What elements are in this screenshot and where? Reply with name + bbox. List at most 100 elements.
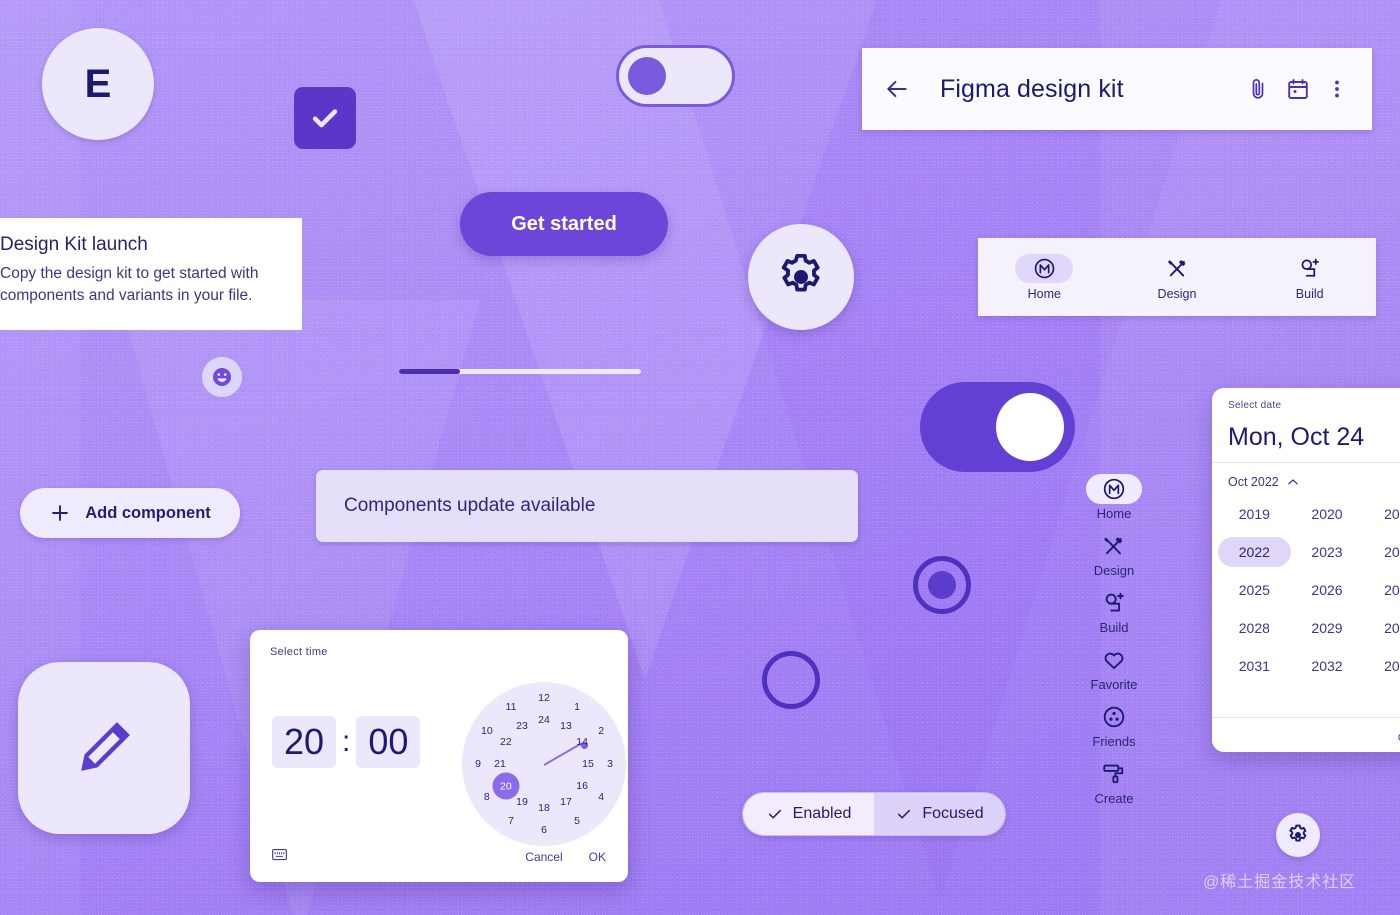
hour-field[interactable]: 20 xyxy=(272,716,336,768)
nav-item-build[interactable]: Build xyxy=(1243,254,1376,301)
clock-number[interactable]: 11 xyxy=(506,701,517,713)
rail-item-label: Create xyxy=(1094,791,1134,806)
year-option[interactable]: 2027 xyxy=(1363,575,1400,605)
time-ok-button[interactable]: OK xyxy=(589,850,606,864)
smiley-icon xyxy=(213,368,231,386)
clock-number[interactable]: 5 xyxy=(574,815,580,827)
rail-item-friends[interactable]: Friends xyxy=(1086,702,1142,749)
clock-number[interactable]: 9 xyxy=(475,758,481,770)
top-app-bar: Figma design kit xyxy=(862,48,1372,130)
progress-bar[interactable] xyxy=(399,369,641,374)
clock-number[interactable]: 23 xyxy=(516,720,528,732)
radio-unselected[interactable] xyxy=(762,651,820,709)
rail-item-create[interactable]: Create xyxy=(1086,759,1142,806)
snackbar-message: Components update available xyxy=(344,495,596,516)
year-option[interactable]: 2026 xyxy=(1291,575,1364,605)
settings-fab[interactable] xyxy=(748,224,854,330)
rail-item-home[interactable]: Home xyxy=(1086,474,1142,521)
rail-item-build[interactable]: Build xyxy=(1086,588,1142,635)
year-option[interactable]: 2020 xyxy=(1291,499,1364,529)
switch-thumb xyxy=(996,393,1064,461)
settings-fab-small[interactable] xyxy=(1276,813,1320,857)
attachment-icon[interactable] xyxy=(1246,77,1270,101)
rail-pill xyxy=(1086,645,1142,675)
rail-item-design[interactable]: Design xyxy=(1086,531,1142,578)
date-picker-subtitle: Select date xyxy=(1228,400,1282,411)
calendar-icon[interactable] xyxy=(1286,77,1310,101)
divider xyxy=(1212,717,1400,718)
more-vertical-icon[interactable] xyxy=(1326,77,1348,101)
clock-number[interactable]: 14 xyxy=(576,736,588,748)
minute-field[interactable]: 00 xyxy=(356,716,421,768)
nav-item-design[interactable]: Design xyxy=(1111,254,1244,301)
clock-number[interactable]: 13 xyxy=(560,720,572,732)
back-arrow-icon[interactable] xyxy=(884,76,910,102)
year-option[interactable]: 2022 xyxy=(1218,537,1291,567)
clock-dial[interactable]: 1 2 3 4 5 6 7 8 9 10 11 12 13 14 15 16 17 18 19 20 21 22 23 24 xyxy=(462,682,626,846)
nav-pill xyxy=(1281,254,1339,283)
year-option[interactable]: 2023 xyxy=(1291,537,1364,567)
rail-item-label: Build xyxy=(1099,620,1129,635)
get-started-button[interactable]: Get started xyxy=(460,192,668,256)
clock-number[interactable]: 7 xyxy=(508,815,514,827)
rail-item-favorite[interactable]: Favorite xyxy=(1086,645,1142,692)
switch-off[interactable] xyxy=(616,45,735,107)
avatar[interactable]: E xyxy=(42,28,154,140)
background xyxy=(0,0,1400,915)
clock-number[interactable]: 22 xyxy=(500,736,512,748)
month-year-label: Oct 2022 xyxy=(1228,475,1279,489)
date-picker-header: Select date Mon, Oct 24 xyxy=(1212,388,1400,462)
add-component-button[interactable]: Add component xyxy=(20,488,240,538)
clock-number[interactable]: 12 xyxy=(538,692,550,704)
check-icon xyxy=(312,109,338,128)
switch-on[interactable] xyxy=(920,382,1075,472)
edit-fab[interactable] xyxy=(18,662,190,834)
nav-item-label: Home xyxy=(1027,286,1061,301)
checkbox-checked[interactable] xyxy=(294,87,356,149)
year-option[interactable]: 2021 xyxy=(1363,499,1400,529)
navigation-rail: Home Design Build Favorite Friends Creat… xyxy=(1078,474,1150,904)
nav-item-label: Design xyxy=(1157,286,1197,301)
clock-number[interactable]: 1 xyxy=(574,701,580,713)
clock-number[interactable]: 4 xyxy=(598,791,604,803)
time-input-fields: 20 : 00 xyxy=(272,716,421,768)
clock-number[interactable]: 15 xyxy=(582,758,594,770)
radio-selected[interactable] xyxy=(913,556,971,614)
add-person-icon xyxy=(1105,592,1124,612)
clock-number[interactable]: 10 xyxy=(481,725,493,737)
time-cancel-button[interactable]: Cancel xyxy=(525,850,562,864)
clock-number[interactable]: 16 xyxy=(576,780,588,792)
progress-fill xyxy=(399,369,460,374)
clock-number[interactable]: 2 xyxy=(598,725,604,737)
avatar-initial: E xyxy=(84,61,112,106)
keyboard-icon[interactable] xyxy=(272,848,287,866)
segmented-button-focused[interactable]: Focused xyxy=(874,793,1005,835)
year-option[interactable]: 2025 xyxy=(1218,575,1291,605)
year-option[interactable]: 2030 xyxy=(1363,613,1400,643)
clock-number[interactable]: 3 xyxy=(607,758,613,770)
clock-number[interactable]: 18 xyxy=(538,802,550,814)
clock-number[interactable]: 19 xyxy=(516,796,528,808)
nav-item-home[interactable]: Home xyxy=(978,253,1111,301)
clock-number[interactable]: 17 xyxy=(560,796,572,808)
year-option[interactable]: 2024 xyxy=(1363,537,1400,567)
segmented-button-enabled[interactable]: Enabled xyxy=(743,793,874,835)
clock-number[interactable]: 20 xyxy=(492,772,520,800)
year-option[interactable]: 2031 xyxy=(1218,651,1291,681)
clock-number[interactable]: 6 xyxy=(541,824,547,836)
clock-number[interactable]: 8 xyxy=(484,791,490,803)
heart-icon xyxy=(1104,652,1124,670)
smiley-fab[interactable] xyxy=(202,357,242,397)
month-year-selector[interactable]: Oct 2022 xyxy=(1212,463,1400,493)
year-option[interactable]: 2033 xyxy=(1363,651,1400,681)
clock-number[interactable]: 21 xyxy=(494,758,506,770)
year-option[interactable]: 2032 xyxy=(1291,651,1364,681)
rail-item-label: Friends xyxy=(1092,734,1136,749)
rail-pill xyxy=(1086,702,1142,732)
friends-icon xyxy=(1103,706,1125,728)
year-option[interactable]: 2028 xyxy=(1218,613,1291,643)
clock-number[interactable]: 24 xyxy=(538,714,550,726)
year-option[interactable]: 2029 xyxy=(1291,613,1364,643)
rail-item-label: Home xyxy=(1096,506,1132,521)
year-option[interactable]: 2019 xyxy=(1218,499,1291,529)
